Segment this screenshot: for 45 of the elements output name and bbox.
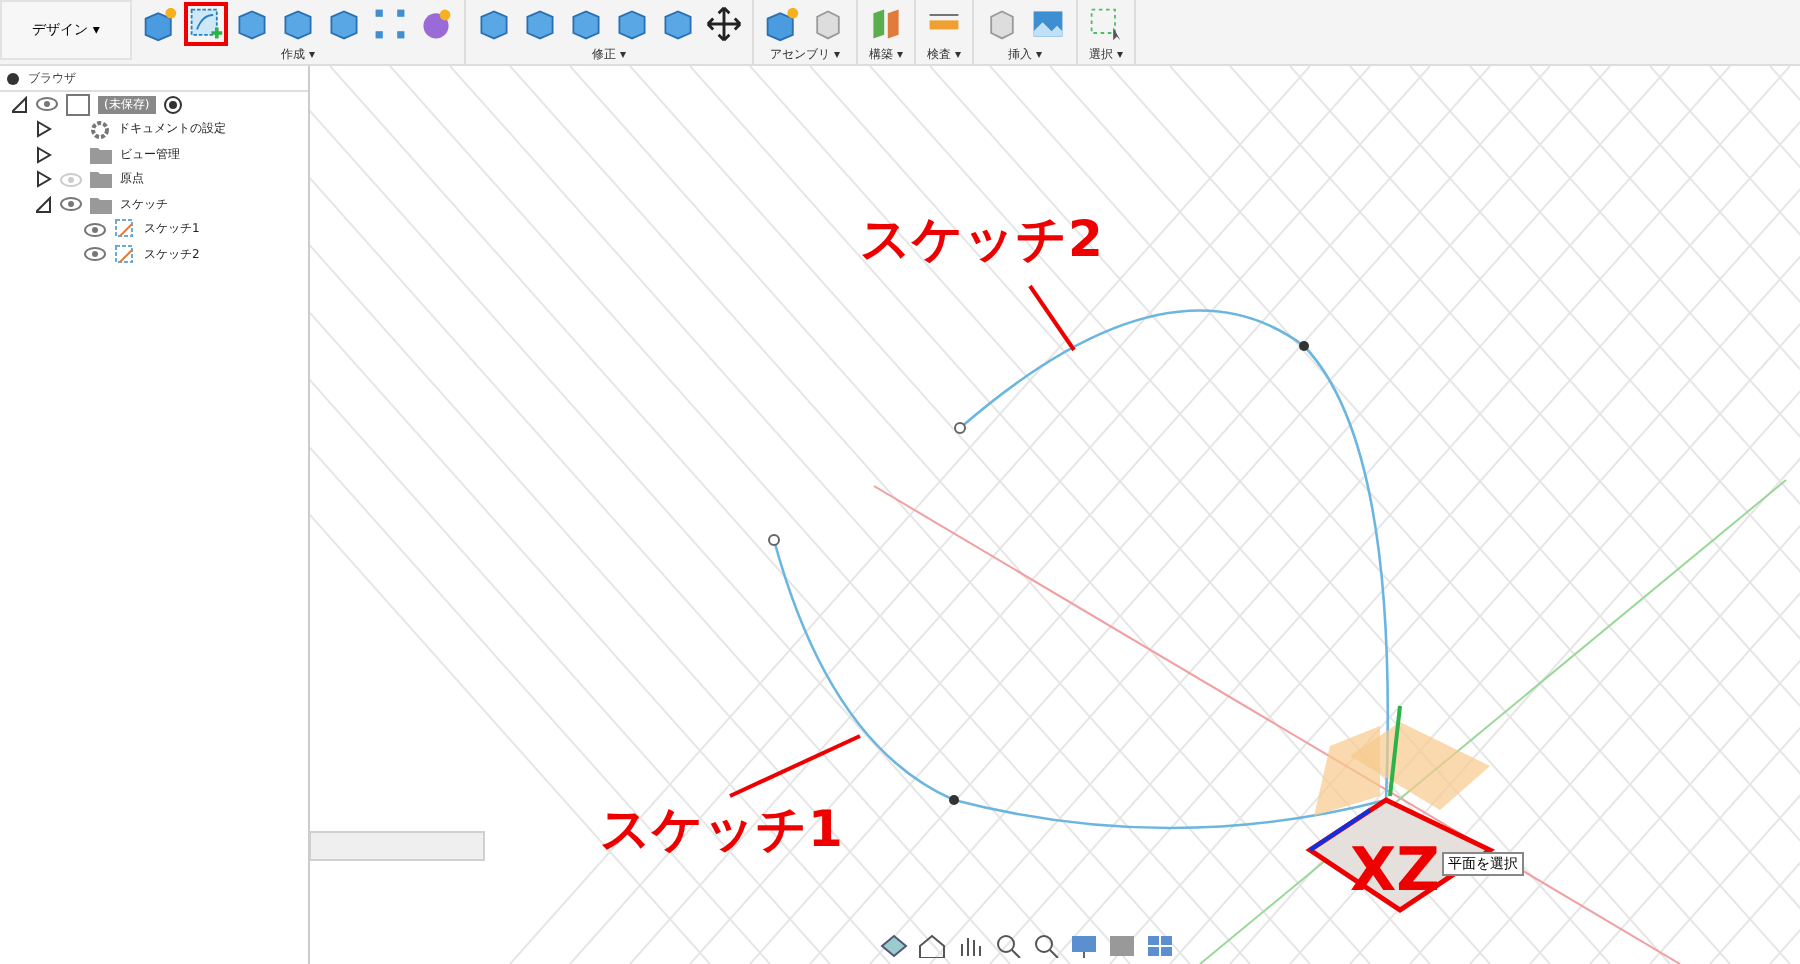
magnifier-icon[interactable] <box>994 934 1022 958</box>
collapsed-triangle-icon[interactable] <box>36 145 52 164</box>
point[interactable] <box>1299 341 1309 351</box>
square-icon[interactable] <box>1108 934 1136 958</box>
move-icon <box>706 4 742 44</box>
sketch-icon <box>114 243 136 266</box>
expanded-triangle-icon[interactable] <box>36 195 52 214</box>
leader-line <box>1028 284 1076 352</box>
monitor-icon[interactable] <box>1070 934 1098 958</box>
box-spark-icon <box>142 4 178 44</box>
axis-line <box>1388 705 1402 797</box>
collapsed-triangle-icon[interactable] <box>36 120 52 139</box>
annotation-label: スケッチ1 <box>600 800 843 858</box>
point[interactable] <box>954 422 966 434</box>
component-icon <box>66 93 90 116</box>
eye-icon[interactable] <box>60 196 82 213</box>
house-icon[interactable] <box>918 934 946 958</box>
planes-icon <box>868 4 904 44</box>
move-tool-button[interactable] <box>702 2 746 46</box>
sketch-icon <box>188 4 224 44</box>
sketch-icon <box>114 218 136 241</box>
gear-icon <box>90 119 110 140</box>
point[interactable] <box>949 795 959 805</box>
pattern-icon <box>372 4 408 44</box>
eye-icon[interactable] <box>84 221 106 238</box>
radio-target-icon[interactable] <box>163 95 182 114</box>
collapse-icon[interactable] <box>6 71 20 85</box>
leader-line <box>729 734 861 798</box>
eye-icon[interactable] <box>84 246 106 263</box>
collapsed-triangle-icon[interactable] <box>36 170 52 189</box>
grid-icon[interactable] <box>1146 934 1174 958</box>
eye-icon[interactable] <box>36 96 58 113</box>
expanded-triangle-icon[interactable] <box>12 95 28 114</box>
plane-label: XZ <box>1350 836 1440 906</box>
folder-icon <box>90 170 112 189</box>
folder-icon <box>90 145 112 164</box>
annotation-label: スケッチ2 <box>860 210 1103 268</box>
form-icon <box>418 4 454 44</box>
select-icon <box>1088 4 1124 44</box>
point[interactable] <box>768 534 780 546</box>
compass-icon[interactable] <box>880 934 908 958</box>
box-spark-icon <box>764 4 800 44</box>
magnifier-icon[interactable] <box>1032 934 1060 958</box>
sketch-tool-button[interactable] <box>184 2 228 46</box>
folder-icon <box>90 195 112 214</box>
